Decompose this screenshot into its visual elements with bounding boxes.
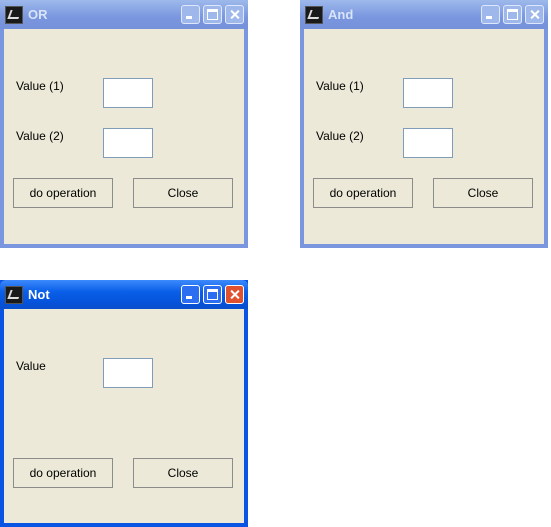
maximize-icon	[204, 286, 221, 303]
value-1-input[interactable]	[103, 78, 153, 108]
value-2-label: Value (2)	[16, 129, 64, 143]
or-window-titlebar[interactable]: OR	[0, 0, 248, 29]
close-button[interactable]: Close	[133, 458, 233, 488]
window-title: And	[328, 7, 354, 22]
not-window-content: Value do operation Close	[4, 309, 244, 523]
value-1-input[interactable]	[403, 78, 453, 108]
or-window-content: Value (1) Value (2) do operation Close	[4, 29, 244, 244]
maximize-icon	[204, 6, 221, 23]
maximize-icon	[504, 6, 521, 23]
value-2-input[interactable]	[103, 128, 153, 158]
do-operation-button[interactable]: do operation	[313, 178, 413, 208]
java-app-icon[interactable]	[305, 6, 323, 24]
and-window: And Value (1) Value (2) do operation Clo…	[300, 0, 548, 248]
close-window-button[interactable]	[525, 5, 544, 24]
minimize-icon	[182, 6, 199, 23]
window-title: OR	[28, 7, 48, 22]
value-label: Value	[16, 359, 46, 373]
close-icon	[226, 6, 243, 23]
minimize-icon	[482, 6, 499, 23]
close-button[interactable]: Close	[433, 178, 533, 208]
value-input[interactable]	[103, 358, 153, 388]
close-icon	[226, 286, 243, 303]
value-1-label: Value (1)	[16, 79, 64, 93]
maximize-button[interactable]	[503, 5, 522, 24]
minimize-button[interactable]	[181, 5, 200, 24]
value-2-label: Value (2)	[316, 129, 364, 143]
value-1-label: Value (1)	[316, 79, 364, 93]
value-2-input[interactable]	[403, 128, 453, 158]
minimize-button[interactable]	[481, 5, 500, 24]
and-window-titlebar[interactable]: And	[300, 0, 548, 29]
not-window-titlebar[interactable]: Not	[0, 280, 248, 309]
minimize-button[interactable]	[181, 285, 200, 304]
do-operation-button[interactable]: do operation	[13, 458, 113, 488]
maximize-button[interactable]	[203, 5, 222, 24]
do-operation-button[interactable]: do operation	[13, 178, 113, 208]
maximize-button[interactable]	[203, 285, 222, 304]
close-icon	[526, 6, 543, 23]
window-title: Not	[28, 287, 50, 302]
and-window-content: Value (1) Value (2) do operation Close	[304, 29, 544, 244]
java-app-icon[interactable]	[5, 6, 23, 24]
or-window: OR Value (1) Value (2) do operation Clos…	[0, 0, 248, 248]
close-window-button[interactable]	[225, 285, 244, 304]
minimize-icon	[182, 286, 199, 303]
java-app-icon[interactable]	[5, 286, 23, 304]
close-window-button[interactable]	[225, 5, 244, 24]
not-window: Not Value do operation Close	[0, 280, 248, 527]
close-button[interactable]: Close	[133, 178, 233, 208]
